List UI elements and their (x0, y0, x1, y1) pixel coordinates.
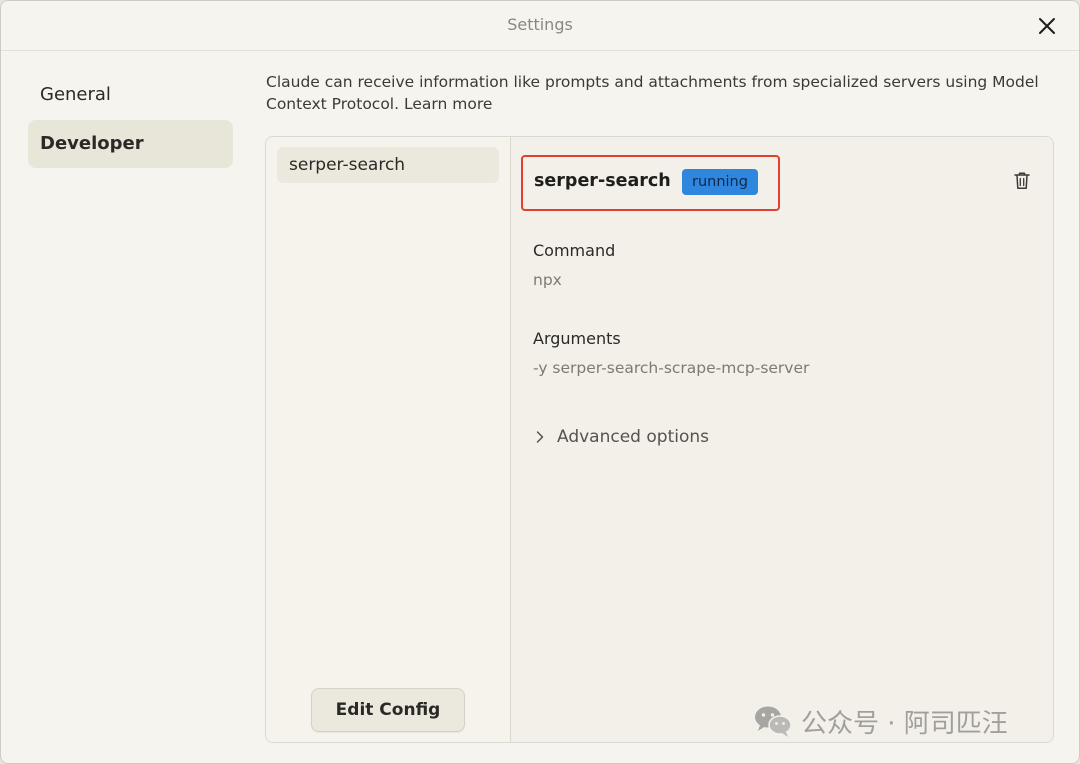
close-button[interactable] (1035, 14, 1059, 38)
command-label: Command (533, 241, 616, 260)
mcp-servers-panel: serper-search Edit Config serper-search … (265, 136, 1054, 743)
server-header-highlight: serper-search running (521, 155, 780, 211)
mcp-description-text: Claude can receive information like prom… (266, 73, 1039, 113)
close-icon (1039, 18, 1055, 34)
settings-nav: General Developer (28, 71, 233, 169)
server-detail: serper-search running Command npx Argume… (511, 137, 1053, 742)
title-bar: Settings (1, 1, 1079, 51)
settings-window: Settings General Developer Claude can re… (0, 0, 1080, 764)
advanced-options-label: Advanced options (557, 427, 709, 447)
wechat-icon (755, 706, 792, 737)
status-badge: running (682, 169, 758, 195)
watermark: 公众号 · 阿司匹汪 (753, 701, 1008, 741)
server-list-item[interactable]: serper-search (277, 147, 499, 183)
learn-more-link[interactable]: Learn more (404, 95, 492, 113)
command-value: npx (533, 271, 562, 289)
edit-config-button[interactable]: Edit Config (311, 688, 465, 732)
server-list: serper-search Edit Config (266, 137, 511, 742)
nav-item-developer[interactable]: Developer (28, 120, 233, 168)
watermark-text: 公众号 · 阿司匹汪 (801, 708, 1008, 739)
delete-server-button[interactable] (1013, 171, 1031, 191)
server-name: serper-search (534, 171, 671, 191)
arguments-label: Arguments (533, 329, 621, 348)
trash-icon (1014, 172, 1030, 189)
window-title: Settings (507, 15, 573, 34)
nav-item-general[interactable]: General (28, 71, 233, 119)
mcp-description: Claude can receive information like prom… (266, 71, 1056, 115)
chevron-right-icon (536, 431, 544, 443)
advanced-options-toggle[interactable]: Advanced options (533, 425, 709, 449)
arguments-value: -y serper-search-scrape-mcp-server (533, 359, 810, 377)
